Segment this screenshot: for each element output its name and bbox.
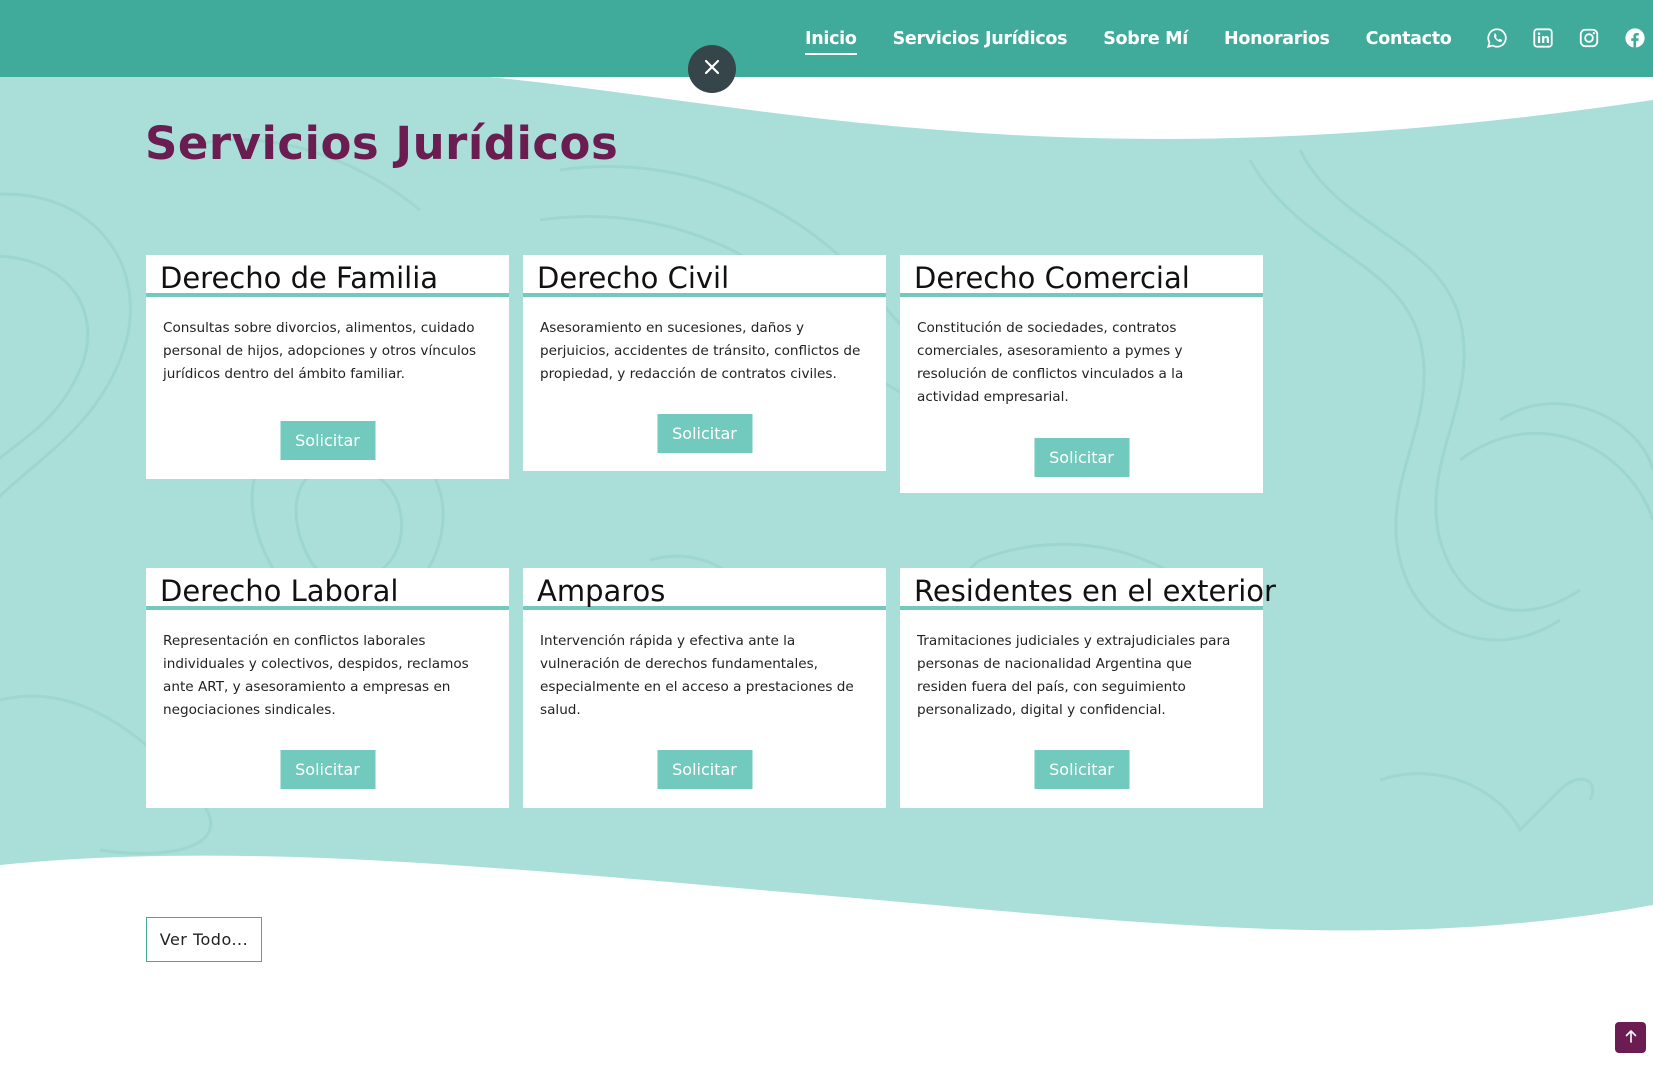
card-description: Consultas sobre divorcios, alimentos, cu… (163, 320, 477, 382)
card-description: Constitución de sociedades, contratos co… (917, 320, 1184, 405)
nav-item-servicios[interactable]: Servicios Jurídicos (893, 29, 1068, 49)
facebook-icon[interactable] (1624, 27, 1646, 49)
close-button[interactable] (688, 45, 736, 93)
nav-item-honorarios[interactable]: Honorarios (1224, 29, 1330, 49)
card-description: Intervención rápida y efectiva ante la v… (540, 633, 854, 718)
service-card-civil: Derecho Civil Asesoramiento en sucesione… (523, 255, 886, 471)
scroll-top-button[interactable] (1615, 1022, 1646, 1053)
site-header: Inicio Servicios Jurídicos Sobre Mí Hono… (0, 0, 1653, 77)
service-card-exterior: Residentes en el exterior Tramitaciones … (900, 568, 1276, 808)
service-card-laboral: Derecho Laboral Representación en confli… (146, 568, 509, 808)
card-title: Derecho Civil (523, 255, 886, 297)
card-title: Residentes en el exterior (900, 568, 1276, 610)
solicitar-button[interactable]: Solicitar (1034, 750, 1129, 789)
instagram-icon[interactable] (1578, 27, 1600, 49)
solicitar-button[interactable]: Solicitar (657, 414, 752, 453)
arrow-up-icon (1625, 1028, 1637, 1047)
section-title: Servicios Jurídicos (145, 117, 619, 170)
card-title: Derecho Comercial (900, 255, 1263, 297)
solicitar-button[interactable]: Solicitar (280, 421, 375, 460)
whatsapp-icon[interactable] (1486, 27, 1508, 49)
social-links (1486, 27, 1653, 49)
ver-todo-button[interactable]: Ver Todo... (146, 917, 262, 962)
card-description: Representación en conflictos laborales i… (163, 633, 469, 718)
card-description: Asesoramiento en sucesiones, daños y per… (540, 320, 861, 382)
nav-item-inicio[interactable]: Inicio (805, 29, 857, 55)
service-card-familia: Derecho de Familia Consultas sobre divor… (146, 255, 509, 479)
card-title: Derecho de Familia (146, 255, 509, 297)
card-title: Amparos (523, 568, 886, 610)
solicitar-button[interactable]: Solicitar (280, 750, 375, 789)
main-nav: Inicio Servicios Jurídicos Sobre Mí Hono… (805, 0, 1488, 77)
linkedin-icon[interactable] (1532, 27, 1554, 49)
card-description: Tramitaciones judiciales y extrajudicial… (917, 633, 1231, 718)
service-card-amparos: Amparos Intervención rápida y efectiva a… (523, 568, 886, 808)
card-title: Derecho Laboral (146, 568, 509, 610)
nav-item-contacto[interactable]: Contacto (1366, 29, 1452, 49)
nav-item-sobre-mi[interactable]: Sobre Mí (1103, 29, 1188, 49)
solicitar-button[interactable]: Solicitar (657, 750, 752, 789)
close-icon (704, 59, 720, 79)
solicitar-button[interactable]: Solicitar (1034, 438, 1129, 477)
service-card-comercial: Derecho Comercial Constitución de socied… (900, 255, 1263, 493)
